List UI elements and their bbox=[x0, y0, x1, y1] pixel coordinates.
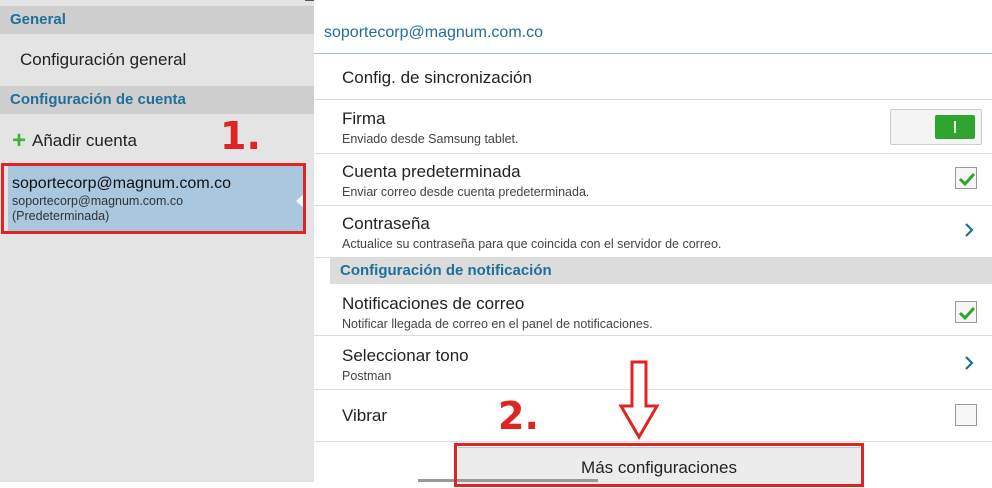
annotation-step-2: 2. bbox=[498, 394, 539, 438]
mail-notifications-checkbox[interactable] bbox=[955, 301, 977, 323]
account-title: soportecorp@magnum.com.co bbox=[324, 24, 543, 41]
vibrate-checkbox[interactable] bbox=[955, 404, 977, 426]
annotation-step-1: 1. bbox=[220, 114, 261, 158]
default-account-summary: Enviar correo desde cuenta predeterminad… bbox=[342, 185, 590, 199]
toggle-on-knob bbox=[935, 115, 975, 139]
plus-icon: + bbox=[12, 127, 27, 154]
password-row[interactable]: Contraseña Actualice su contraseña para … bbox=[314, 206, 992, 258]
default-account-checkbox[interactable] bbox=[955, 167, 977, 189]
signature-row[interactable]: Firma Enviado desde Samsung tablet. bbox=[314, 100, 992, 154]
default-account-title: Cuenta predeterminada bbox=[342, 162, 521, 181]
mail-notifications-row[interactable]: Notificaciones de correo Notificar llega… bbox=[314, 284, 992, 336]
add-account-label: Añadir cuenta bbox=[32, 131, 137, 150]
default-account-row[interactable]: Cuenta predeterminada Enviar correo desd… bbox=[314, 154, 992, 206]
password-title: Contraseña bbox=[342, 214, 430, 233]
annotation-box-more-settings bbox=[454, 443, 864, 487]
ringtone-title: Seleccionar tono bbox=[342, 346, 469, 365]
annotation-down-arrow-icon bbox=[618, 360, 660, 440]
sync-settings-row[interactable]: Config. de sincronización bbox=[314, 54, 992, 100]
section-header-notifications: Configuración de notificación bbox=[330, 258, 992, 284]
check-icon bbox=[958, 172, 976, 187]
section-header-general: General bbox=[0, 6, 314, 34]
mail-notifications-title: Notificaciones de correo bbox=[342, 294, 525, 313]
general-settings-item[interactable]: Configuración general bbox=[0, 50, 314, 70]
chevron-right-icon bbox=[965, 356, 974, 370]
annotation-box-account bbox=[1, 163, 306, 234]
vibrate-title: Vibrar bbox=[342, 406, 388, 425]
chevron-right-icon bbox=[965, 223, 974, 237]
mail-notifications-summary: Notificar llegada de correo en el panel … bbox=[342, 317, 653, 331]
section-header-account: Configuración de cuenta bbox=[0, 86, 314, 114]
signature-toggle[interactable] bbox=[890, 109, 982, 145]
sync-settings-title: Config. de sincronización bbox=[342, 68, 532, 87]
add-account-button[interactable]: + Añadir cuenta bbox=[0, 127, 314, 154]
check-icon bbox=[958, 306, 976, 321]
ringtone-summary: Postman bbox=[342, 369, 392, 383]
left-pane: General Configuración general Configurac… bbox=[0, 0, 314, 482]
password-summary: Actualice su contraseña para que coincid… bbox=[342, 237, 722, 251]
